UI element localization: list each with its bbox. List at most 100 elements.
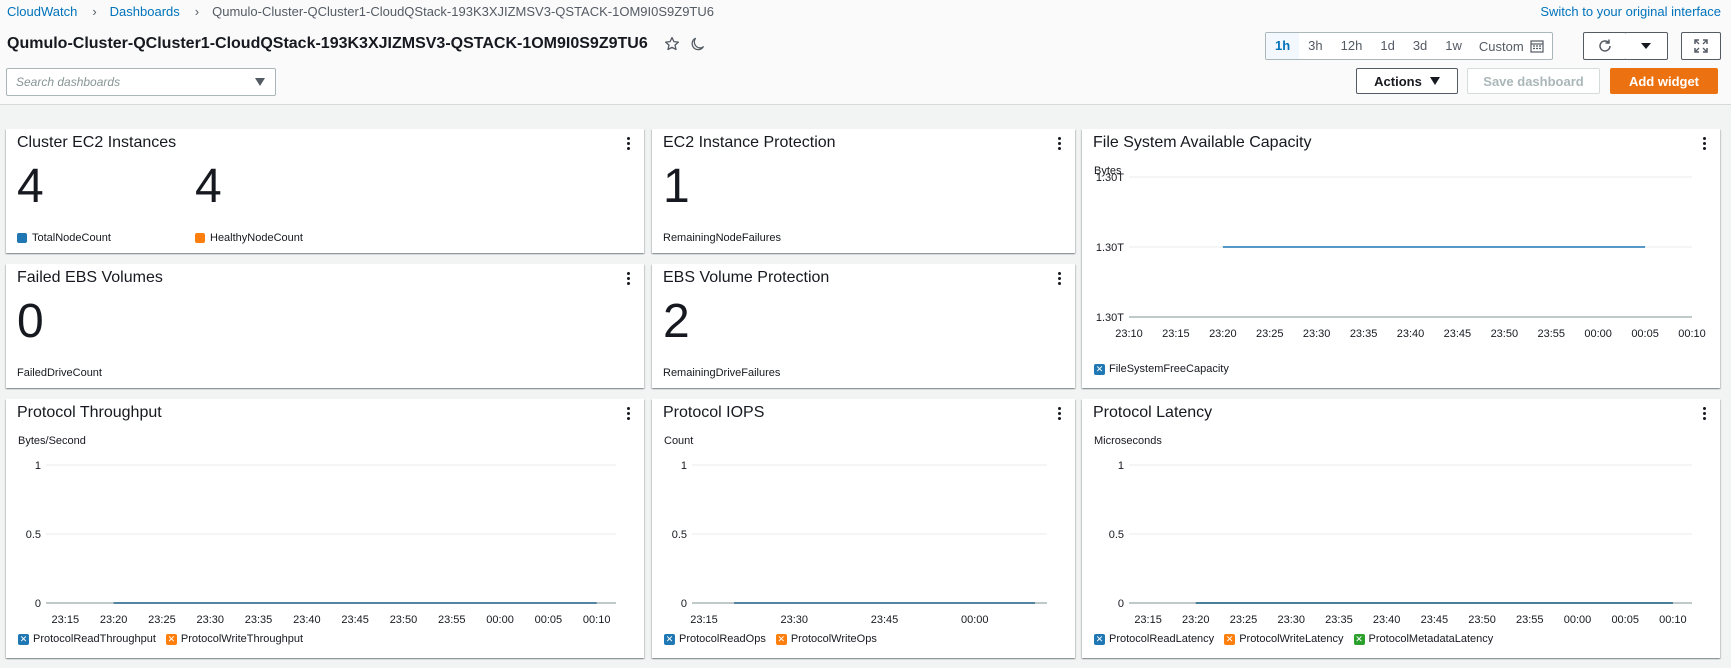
breadcrumb-cloudwatch[interactable]: CloudWatch bbox=[7, 4, 77, 19]
fullscreen-button[interactable] bbox=[1681, 32, 1721, 60]
switch-interface-link[interactable]: Switch to your original interface bbox=[1540, 4, 1721, 19]
time-range-custom[interactable]: Custom bbox=[1471, 39, 1552, 54]
refresh-button[interactable] bbox=[1583, 32, 1627, 60]
time-range-3h[interactable]: 3h bbox=[1299, 33, 1331, 59]
widget-title: Cluster EC2 Instances bbox=[17, 134, 177, 151]
widget-ebs-volume-protection: EBS Volume Protection 2 RemainingDriveFa… bbox=[652, 264, 1075, 388]
breadcrumb-dashboards[interactable]: Dashboards bbox=[110, 4, 180, 19]
widget-menu-icon[interactable] bbox=[1058, 272, 1062, 287]
search-placeholder: Search dashboards bbox=[16, 75, 121, 89]
y-tick-label: 0 bbox=[1118, 598, 1124, 610]
caret-down-icon bbox=[255, 78, 265, 86]
chart-legend: ✕ ProtocolReadLatency ✕ ProtocolWriteLaten… bbox=[1094, 633, 1493, 645]
x-tick-label: 23:25 bbox=[1256, 328, 1284, 340]
x-tick-label: 23:30 bbox=[1303, 328, 1331, 340]
x-tick-label: 23:35 bbox=[245, 614, 273, 626]
search-dashboards-input[interactable]: Search dashboards bbox=[6, 68, 276, 96]
widget-ec2-instance-protection: EC2 Instance Protection 1 RemainingNodeF… bbox=[652, 129, 1075, 253]
widget-failed-ebs-volumes: Failed EBS Volumes 0 FailedDriveCount bbox=[6, 264, 644, 388]
legend-label: ProtocolWriteOps bbox=[790, 633, 877, 645]
refresh-options-button[interactable] bbox=[1625, 32, 1668, 60]
legend-item[interactable]: ✕ ProtocolReadLatency bbox=[1094, 633, 1214, 645]
expand-icon bbox=[1694, 39, 1708, 53]
widget-protocol-latency: Protocol Latency Microseconds 1 0.5 0 23:15… bbox=[1082, 399, 1720, 658]
x-tick-label: 23:55 bbox=[1537, 328, 1565, 340]
chart-legend: ✕ ProtocolReadThroughput ✕ ProtocolWriteTh… bbox=[18, 633, 303, 645]
legend-item[interactable]: ✕ ProtocolReadOps bbox=[664, 633, 766, 645]
fs-capacity-chart: 1.30T 1.30T 1.30T 23:10 23:15 23:20 23:25 23:30… bbox=[1096, 172, 1706, 340]
x-tick-label: 00:00 bbox=[486, 614, 514, 626]
legend-item[interactable]: ✕ FileSystemFreeCapacity bbox=[1094, 363, 1229, 375]
actions-label: Actions bbox=[1374, 73, 1422, 89]
x-tick-label: 23:15 bbox=[52, 614, 80, 626]
iops-chart: 1 0.5 023:15 23:30 23:45 00:00 bbox=[672, 460, 1047, 626]
time-range-1w[interactable]: 1w bbox=[1436, 33, 1471, 59]
legend-label: FileSystemFreeCapacity bbox=[1109, 363, 1229, 375]
x-tick-label: 23:20 bbox=[1209, 328, 1237, 340]
save-dashboard-button[interactable]: Save dashboard bbox=[1467, 68, 1600, 94]
checkbox-icon: ✕ bbox=[775, 633, 787, 645]
custom-label: Custom bbox=[1478, 38, 1524, 54]
throughput-chart: 1 0.5 0 23:15 23:20 23:25 23:30 23:35 23:40 23:45… bbox=[26, 460, 616, 626]
dark-mode-moon-icon[interactable] bbox=[690, 36, 706, 52]
y-tick-label: 1 bbox=[35, 460, 41, 472]
time-range-1d[interactable]: 1d bbox=[1371, 33, 1403, 59]
x-tick-label: 00:00 bbox=[1584, 328, 1612, 340]
widget-menu-icon[interactable] bbox=[627, 137, 631, 152]
y-tick-label: 0 bbox=[35, 598, 41, 610]
legend-item[interactable]: ✕ ProtocolWriteThroughput bbox=[165, 633, 304, 645]
healthy-node-count-label: HealthyNodeCount bbox=[210, 232, 303, 244]
time-range-3d[interactable]: 3d bbox=[1404, 33, 1436, 59]
x-tick-label: 23:50 bbox=[1491, 328, 1519, 340]
checkbox-icon: ✕ bbox=[18, 633, 29, 645]
widget-fs-available-capacity: File System Available Capacity Bytes 1.3… bbox=[1082, 129, 1720, 388]
latency-chart: 1 0.5 0 23:15 23:20 23:25 23:30 23:35 23:40 23:45… bbox=[1109, 460, 1692, 626]
legend-label: ProtocolWriteThroughput bbox=[180, 633, 304, 645]
checkbox-icon: ✕ bbox=[165, 633, 177, 645]
x-tick-label: 23:40 bbox=[1373, 614, 1401, 626]
remaining-node-failures-value: 1 bbox=[663, 160, 690, 213]
caret-down-icon bbox=[1641, 43, 1651, 49]
checkbox-icon: ✕ bbox=[1094, 363, 1105, 375]
chart-legend: ✕ ProtocolReadOps ✕ ProtocolWriteOps bbox=[664, 633, 877, 645]
checkbox-icon: ✕ bbox=[664, 633, 675, 645]
x-tick-label: 23:35 bbox=[1350, 328, 1378, 340]
actions-button[interactable]: Actions bbox=[1356, 68, 1458, 94]
x-tick-label: 23:30 bbox=[1277, 614, 1305, 626]
page-title: Qumulo-Cluster-QCluster1-CloudQStack-193… bbox=[7, 35, 648, 52]
series-swatch bbox=[17, 233, 27, 243]
remaining-drive-failures-label: RemainingDriveFailures bbox=[663, 367, 781, 379]
legend-label: ProtocolReadLatency bbox=[1109, 633, 1215, 645]
widget-title: EBS Volume Protection bbox=[663, 269, 830, 286]
x-tick-label: 00:05 bbox=[1631, 328, 1659, 340]
remaining-drive-failures-value: 2 bbox=[663, 295, 690, 348]
legend-item[interactable]: ✕ ProtocolReadThroughput bbox=[18, 633, 156, 645]
metric-label: TotalNodeCount bbox=[17, 232, 111, 244]
time-range-12h[interactable]: 12h bbox=[1332, 33, 1372, 59]
star-icon[interactable] bbox=[664, 36, 680, 52]
legend-item[interactable]: ✕ ProtocolWriteOps bbox=[775, 633, 877, 645]
time-range-1h[interactable]: 1h bbox=[1266, 33, 1300, 59]
y-tick-label: 0 bbox=[681, 598, 687, 610]
y-tick-label: 1.30T bbox=[1096, 312, 1124, 324]
legend-item[interactable]: ✕ ProtocolWriteLatency bbox=[1224, 633, 1344, 645]
metric-label: HealthyNodeCount bbox=[195, 232, 303, 244]
x-tick-label: 00:00 bbox=[1564, 614, 1592, 626]
checkbox-icon: ✕ bbox=[1353, 633, 1365, 645]
legend-label: ProtocolReadOps bbox=[679, 633, 766, 645]
x-tick-label: 23:45 bbox=[871, 614, 899, 626]
x-tick-label: 23:45 bbox=[341, 614, 369, 626]
healthy-node-count-value: 4 bbox=[195, 160, 222, 213]
y-tick-label: 1.30T bbox=[1096, 242, 1124, 254]
widget-menu-icon[interactable] bbox=[1058, 137, 1062, 152]
x-tick-label: 23:40 bbox=[1397, 328, 1425, 340]
x-tick-label: 00:10 bbox=[1659, 614, 1687, 626]
add-widget-button[interactable]: Add widget bbox=[1610, 68, 1718, 94]
caret-down-icon bbox=[1429, 77, 1440, 85]
y-tick-label: 0.5 bbox=[1109, 529, 1124, 541]
widget-menu-icon[interactable] bbox=[627, 272, 631, 287]
x-tick-label: 23:20 bbox=[1182, 614, 1210, 626]
failed-drive-count-label: FailedDriveCount bbox=[17, 367, 102, 379]
x-tick-label: 23:10 bbox=[1115, 328, 1143, 340]
legend-item[interactable]: ✕ ProtocolMetadataLatency bbox=[1353, 633, 1493, 645]
